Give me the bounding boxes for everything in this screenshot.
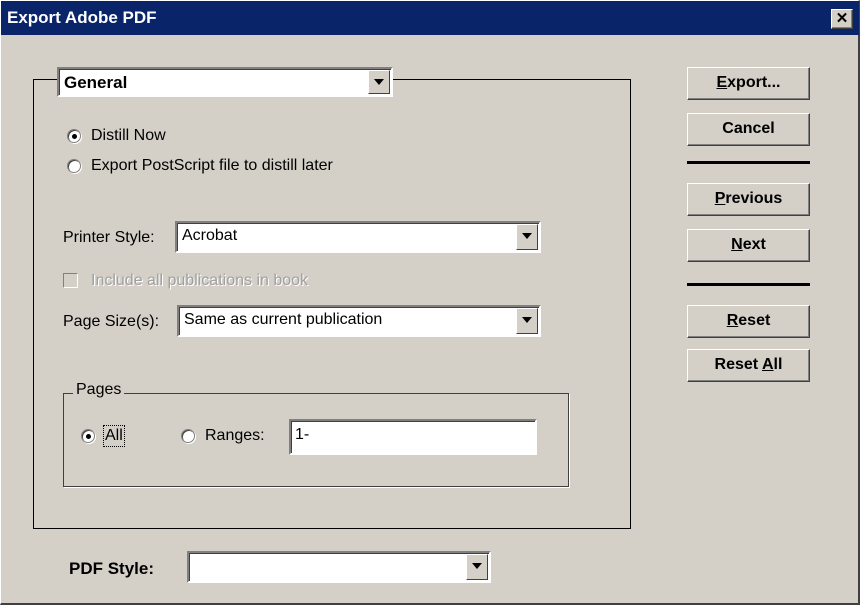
chevron-down-icon[interactable] <box>516 308 538 334</box>
export-postscript-label[interactable]: Export PostScript file to distill later <box>91 157 333 175</box>
printer-style-label: Printer Style: <box>63 229 155 246</box>
pages-ranges-radio[interactable] <box>181 429 195 443</box>
cancel-button[interactable]: Cancel <box>687 113 810 146</box>
page-ranges-value: 1- <box>295 426 310 443</box>
section-select[interactable]: General <box>57 67 393 97</box>
chevron-down-icon[interactable] <box>516 224 538 250</box>
export-postscript-radio[interactable] <box>67 159 81 173</box>
page-size-value: Same as current publication <box>184 311 383 328</box>
export-pdf-dialog: Export Adobe PDF ✕ General Distill Now E… <box>0 0 860 605</box>
previous-button[interactable]: Previous <box>687 183 810 216</box>
pages-ranges-label[interactable]: Ranges: <box>205 427 265 445</box>
pages-group-label: Pages <box>73 381 125 399</box>
close-button[interactable]: ✕ <box>831 9 853 29</box>
button-separator <box>687 283 810 286</box>
distill-now-label[interactable]: Distill Now <box>91 127 166 145</box>
printer-style-value: Acrobat <box>182 227 238 244</box>
section-select-value: General <box>64 73 128 92</box>
distill-now-radio[interactable] <box>67 129 81 143</box>
page-size-select[interactable]: Same as current publication <box>177 305 541 337</box>
export-button[interactable]: Export... <box>687 67 810 100</box>
printer-style-select[interactable]: Acrobat <box>175 221 541 253</box>
include-book-checkbox[interactable] <box>63 273 78 288</box>
reset-all-button[interactable]: Reset All <box>687 349 810 382</box>
pdf-style-select[interactable] <box>187 551 491 583</box>
include-book-label: Include all publications in book <box>91 272 309 289</box>
chevron-down-icon[interactable] <box>466 554 488 580</box>
button-separator <box>687 161 810 164</box>
page-size-label: Page Size(s): <box>63 313 160 330</box>
pages-all-radio[interactable] <box>81 429 95 443</box>
window-title: Export Adobe PDF <box>7 8 157 27</box>
next-button[interactable]: Next <box>687 229 810 262</box>
reset-button[interactable]: Reset <box>687 305 810 338</box>
pdf-style-label: PDF Style: <box>69 559 155 578</box>
title-bar[interactable]: Export Adobe PDF ✕ <box>1 1 859 35</box>
page-ranges-input[interactable]: 1- <box>289 419 537 455</box>
chevron-down-icon[interactable] <box>368 70 390 94</box>
pages-all-label[interactable]: All <box>103 425 125 447</box>
